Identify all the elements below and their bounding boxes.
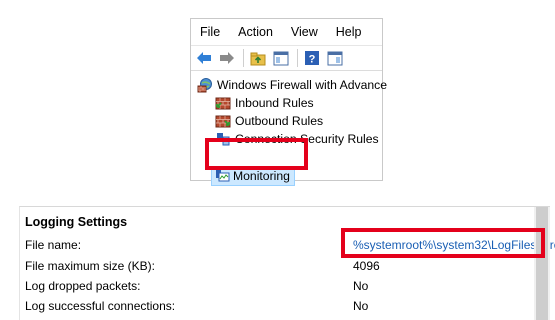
toolbar: ? [191, 45, 382, 71]
up-folder-icon[interactable] [249, 49, 267, 67]
menu-file[interactable]: File [191, 19, 228, 45]
outbound-rules-icon [215, 113, 231, 129]
inbound-rules-icon [215, 95, 231, 111]
tree-item-firewall-root[interactable]: Windows Firewall with Advance [197, 76, 387, 94]
setting-label: Log dropped packets: [25, 279, 141, 293]
tree-item-label: Inbound Rules [235, 96, 314, 110]
vertical-scrollbar[interactable] [534, 207, 550, 320]
menu-view[interactable]: View [281, 19, 326, 45]
forward-arrow-icon[interactable] [218, 49, 236, 67]
monitoring-highlight-box [205, 138, 308, 170]
menu-action[interactable]: Action [228, 19, 281, 45]
setting-label: File name: [25, 238, 82, 252]
file-path-highlight-box [341, 228, 545, 258]
svg-text:?: ? [309, 54, 316, 66]
toolbar-separator [297, 49, 298, 67]
tree-item-label: Outbound Rules [235, 114, 324, 128]
toolbar-separator [243, 49, 244, 67]
setting-label: Log successful connections: [25, 299, 176, 313]
back-arrow-icon[interactable] [195, 49, 213, 67]
help-icon[interactable]: ? [303, 49, 321, 67]
scrollbar-thumb[interactable] [536, 207, 548, 320]
tree-item-inbound-rules[interactable]: Inbound Rules [215, 94, 314, 112]
menu-bar: File Action View Help [191, 19, 382, 45]
tree-item-label: Monitoring [233, 169, 290, 183]
logging-settings-panel: Logging Settings File name: %systemroot%… [19, 206, 555, 320]
setting-value: No [353, 279, 369, 293]
setting-row-log-dropped: Log dropped packets: No [25, 279, 535, 298]
setting-row-max-size: File maximum size (KB): 4096 [25, 259, 535, 278]
section-title: Logging Settings [25, 215, 128, 229]
setting-label: File maximum size (KB): [25, 259, 156, 273]
tree-item-label: Windows Firewall with Advance [217, 78, 388, 92]
setting-row-log-successful: Log successful connections: No [25, 299, 535, 318]
menu-help[interactable]: Help [326, 19, 370, 45]
show-hide-tree-icon[interactable] [272, 49, 290, 67]
action-pane-icon[interactable] [326, 49, 344, 67]
tree-item-outbound-rules[interactable]: Outbound Rules [215, 112, 323, 130]
setting-value: No [353, 299, 369, 313]
firewall-globe-icon [197, 77, 213, 93]
setting-value: 4096 [353, 259, 380, 273]
